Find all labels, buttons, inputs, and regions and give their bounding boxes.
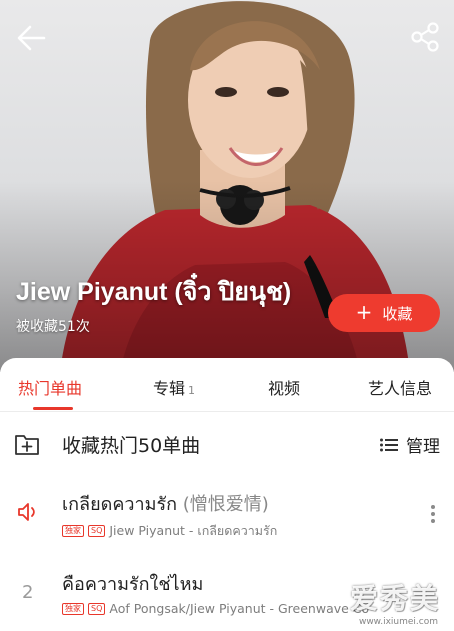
collect-button-label: 收藏 xyxy=(382,304,413,323)
tab-badge: 1 xyxy=(188,384,196,397)
song-title-line: คือความรักใช่ไหม xyxy=(62,569,203,598)
favorite-count: 被收藏51次 xyxy=(16,319,90,335)
tab-label: 艺人信息 xyxy=(368,379,433,398)
exclusive-tag: 独家 xyxy=(62,602,84,615)
tab-videos[interactable]: 视频 xyxy=(268,375,300,399)
song-meta: 独家 SQ Jiew Piyanut - เกลียดความรัก xyxy=(62,521,277,541)
watermark: 爱秀美 xyxy=(349,582,440,615)
share-button[interactable] xyxy=(408,20,442,54)
collect-button[interactable]: + 收藏 xyxy=(328,294,440,332)
collect-hot-50-label[interactable]: 收藏热门50单曲 xyxy=(62,431,200,458)
active-tab-indicator xyxy=(33,407,73,410)
share-icon xyxy=(411,22,439,52)
song-meta: 独家 SQ Aof Pongsak/Jiew Piyanut - Greenwa… xyxy=(62,601,369,616)
song-row[interactable]: เกลียดความรัก (憎恨爱情) 独家 SQ Jiew Piyanut … xyxy=(0,484,454,554)
more-options-icon[interactable] xyxy=(430,502,436,528)
song-alt-title: (憎恨爱情) xyxy=(182,494,269,515)
tab-bar: 热门单曲 专辑 1 视频 艺人信息 xyxy=(0,358,454,412)
exclusive-tag: 独家 xyxy=(62,525,84,537)
tab-label: 专辑 xyxy=(153,379,186,398)
song-subtitle: Jiew Piyanut - เกลียดความรัก xyxy=(109,523,278,538)
song-title: คือความรักใช่ไหม xyxy=(62,574,204,595)
manage-label: 管理 xyxy=(406,437,440,457)
speaker-playing-icon xyxy=(18,503,35,521)
hot-section-header: 收藏热门50单曲 管理 xyxy=(0,412,454,474)
song-title-line: เกลียดความรัก (憎恨爱情) xyxy=(62,489,269,518)
add-to-folder-icon[interactable] xyxy=(14,432,40,456)
list-icon xyxy=(380,438,398,451)
manage-button[interactable]: 管理 xyxy=(380,432,440,457)
content-sheet: 热门单曲 专辑 1 视频 艺人信息 收藏热门50单曲 管理 เกลียดความ… xyxy=(0,358,454,631)
song-title: เกลียดความรัก xyxy=(62,494,178,515)
back-button[interactable] xyxy=(14,22,50,54)
sq-tag: SQ xyxy=(88,525,106,537)
song-subtitle: Aof Pongsak/Jiew Piyanut - Greenwave Co xyxy=(109,601,370,616)
plus-icon: + xyxy=(355,300,373,324)
back-arrow-icon xyxy=(17,25,46,51)
sq-tag: SQ xyxy=(88,602,106,615)
tab-label: 视频 xyxy=(268,379,301,398)
artist-header: Jiew Piyanut (จิ๋ว ปิยนุช) 被收藏51次 + 收藏 xyxy=(0,0,454,372)
artist-name: Jiew Piyanut (จิ๋ว ปิยนุช) xyxy=(16,278,292,306)
tab-hot-singles[interactable]: 热门单曲 xyxy=(18,375,82,399)
song-index: 2 xyxy=(22,582,34,603)
tab-artist-info[interactable]: 艺人信息 xyxy=(368,375,432,399)
tab-label: 热门单曲 xyxy=(18,379,83,398)
watermark-url: www.ixiumei.com xyxy=(358,617,438,627)
tab-albums[interactable]: 专辑 1 xyxy=(153,375,195,399)
